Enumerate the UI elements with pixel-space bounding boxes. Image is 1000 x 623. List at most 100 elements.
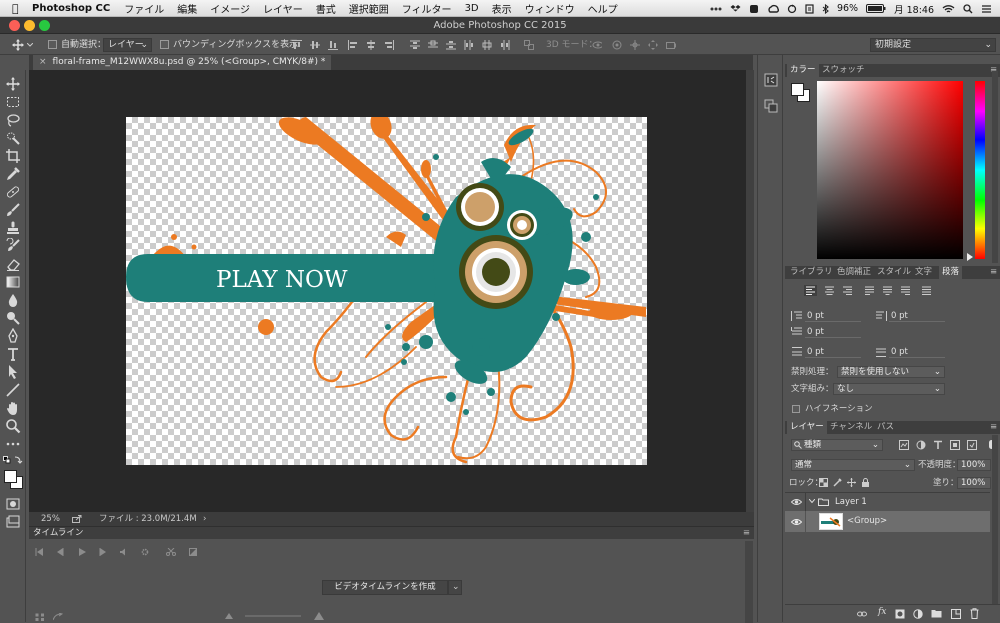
justify-last-left-icon[interactable] [863, 285, 876, 296]
align-right-icon[interactable] [384, 40, 394, 50]
space-after-input[interactable]: 0 pt [889, 346, 945, 358]
filter-shape-icon[interactable] [950, 440, 960, 450]
timeline-mode-dropdown[interactable]: ⌄ [448, 580, 462, 595]
layer-row-group[interactable]: Layer 1 [785, 493, 990, 511]
zoom-level[interactable]: 25% [41, 512, 60, 526]
foreground-color-swatch[interactable] [4, 470, 17, 483]
zoom-out-timeline-icon[interactable] [225, 613, 233, 619]
move-tool-preset-icon[interactable] [12, 39, 24, 51]
filter-type-icon[interactable] [933, 440, 943, 450]
zoom-in-timeline-icon[interactable] [314, 612, 324, 620]
panel-menu-icon[interactable]: ≡ [987, 266, 1000, 279]
sync-icon[interactable] [787, 4, 797, 14]
menu-filter[interactable]: フィルター [402, 1, 452, 16]
opacity-input[interactable]: 100% [957, 459, 991, 471]
status-more-arrow[interactable]: › [203, 512, 206, 526]
marquee-tool-icon[interactable] [5, 94, 21, 110]
tab-paths[interactable]: パス [874, 421, 897, 434]
path-selection-tool-icon[interactable] [5, 364, 21, 380]
healing-brush-tool-icon[interactable] [5, 184, 21, 200]
chevron-down-icon[interactable] [809, 499, 815, 504]
evernote-icon[interactable] [749, 4, 759, 14]
close-tab-icon[interactable]: × [39, 57, 47, 67]
new-layer-icon[interactable] [951, 609, 961, 619]
align-top-icon[interactable] [292, 40, 302, 50]
timeline-scrollbar[interactable] [745, 541, 753, 623]
convert-frames-icon[interactable] [35, 613, 45, 621]
move-tool-icon[interactable] [5, 76, 21, 92]
indent-first-line-input[interactable]: 0 pt [805, 326, 861, 338]
line-tool-icon[interactable] [5, 382, 21, 398]
create-video-timeline-button[interactable]: ビデオタイムラインを作成 [322, 580, 448, 595]
next-frame-icon[interactable] [99, 548, 107, 556]
bounding-box-checkbox-wrap[interactable]: バウンディングボックスを表示 [160, 35, 298, 55]
zoom-window-button[interactable] [39, 20, 50, 31]
new-adjustment-icon[interactable] [913, 609, 923, 619]
new-group-icon[interactable] [931, 609, 942, 618]
space-before-input[interactable]: 0 pt [805, 346, 861, 358]
zoom-tool-icon[interactable] [5, 418, 21, 434]
timeline-zoom-slider[interactable] [245, 615, 301, 617]
battery-icon[interactable] [866, 4, 886, 13]
bounding-box-checkbox[interactable] [160, 40, 169, 49]
bluetooth-icon[interactable] [822, 3, 829, 14]
blend-mode-dropdown[interactable]: 通常 ⌄ [791, 459, 915, 471]
canvas-area[interactable]: PLAY NOW [29, 70, 746, 512]
menu-select[interactable]: 選択範囲 [349, 1, 389, 16]
add-mask-icon[interactable] [895, 609, 905, 619]
distribute-top-icon[interactable] [410, 40, 420, 50]
menu-type[interactable]: 書式 [316, 1, 336, 16]
auto-select-checkbox[interactable] [48, 40, 57, 49]
menu-3d[interactable]: 3D [465, 3, 479, 14]
document-canvas[interactable]: PLAY NOW [126, 117, 647, 465]
go-to-first-frame-icon[interactable] [35, 548, 43, 556]
distribute-vcenter-icon[interactable] [428, 40, 438, 50]
crop-tool-icon[interactable] [5, 148, 21, 164]
status-dots-icon[interactable] [710, 4, 722, 14]
panel-menu-icon[interactable]: ≡ [987, 421, 1000, 434]
brush-tool-icon[interactable] [5, 202, 21, 218]
hyphenation-checkbox[interactable] [792, 405, 800, 413]
auto-select-dropdown[interactable]: レイヤー ⌄ [103, 38, 152, 52]
fx-icon[interactable]: fx [878, 607, 886, 617]
transition-icon[interactable] [189, 548, 197, 556]
filter-adjustment-icon[interactable] [916, 440, 926, 450]
lock-pixels-icon[interactable] [833, 478, 842, 487]
mojikumi-dropdown[interactable]: なし ⌄ [833, 383, 945, 395]
distribute-right-icon[interactable] [500, 40, 510, 50]
color-hue-slider[interactable] [975, 81, 985, 259]
color-saturation-field[interactable] [817, 81, 963, 259]
distribute-left-icon[interactable] [464, 40, 474, 50]
properties-panel-icon[interactable] [764, 99, 778, 113]
lock-position-icon[interactable] [847, 478, 856, 487]
dodge-tool-icon[interactable] [5, 310, 21, 326]
gradient-tool-icon[interactable] [5, 274, 21, 290]
settings-gear-icon[interactable] [141, 548, 149, 556]
tab-color[interactable]: カラー [787, 64, 819, 77]
spotlight-icon[interactable] [963, 3, 973, 14]
minimize-window-button[interactable] [24, 20, 35, 31]
more-tools-icon[interactable] [5, 436, 21, 452]
menu-window[interactable]: ウィンドウ [525, 1, 575, 16]
previous-frame-icon[interactable] [56, 548, 64, 556]
notes-icon[interactable] [805, 3, 814, 14]
app-menu[interactable]: Photoshop CC [32, 3, 110, 14]
justify-last-center-icon[interactable] [881, 285, 894, 296]
3d-slide-icon[interactable] [648, 40, 658, 50]
auto-select-checkbox-wrap[interactable]: 自動選択： [48, 35, 106, 55]
clone-stamp-tool-icon[interactable] [5, 220, 21, 236]
fill-input[interactable]: 100% [957, 477, 991, 489]
canvas-vertical-scrollbar[interactable] [746, 70, 754, 512]
lasso-tool-icon[interactable] [5, 112, 21, 128]
eyedropper-tool-icon[interactable] [5, 166, 21, 182]
tab-styles[interactable]: スタイル [874, 266, 914, 279]
filter-smart-object-icon[interactable] [967, 440, 977, 450]
menu-image[interactable]: イメージ [210, 1, 250, 16]
menu-file[interactable]: ファイル [124, 1, 164, 16]
color-foreground-swatch[interactable] [791, 83, 804, 96]
panel-menu-icon[interactable]: ≡ [743, 527, 750, 539]
3d-orbit-icon[interactable] [592, 40, 602, 50]
lock-all-icon[interactable] [861, 478, 870, 487]
justify-last-right-icon[interactable] [899, 285, 912, 296]
creative-cloud-icon[interactable] [767, 4, 779, 14]
